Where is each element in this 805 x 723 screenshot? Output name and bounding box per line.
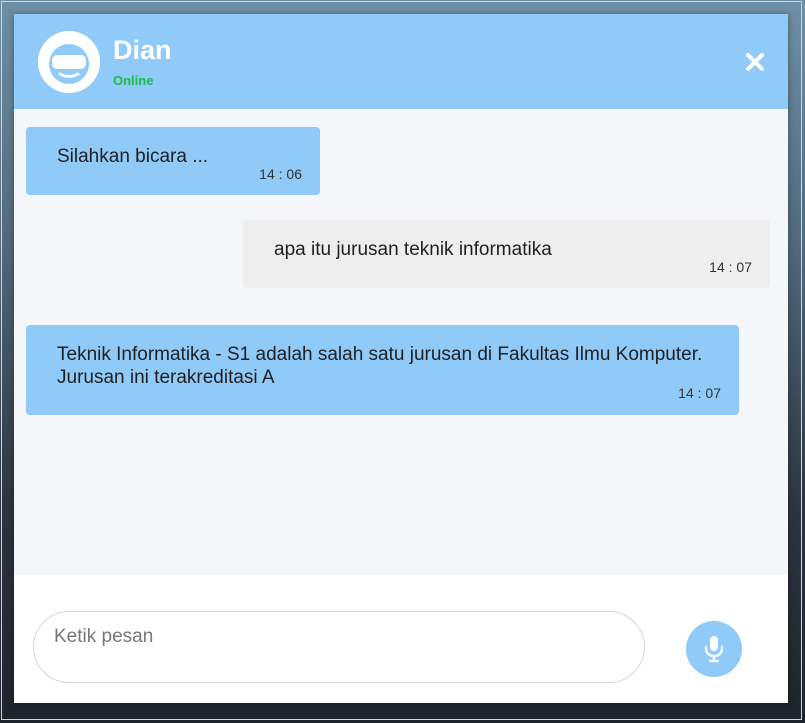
message-bubble-bot: Teknik Informatika - S1 adalah salah sat…: [26, 325, 739, 415]
message-time: 14 : 07: [709, 259, 752, 275]
contact-name: Dian: [113, 35, 172, 65]
chat-header: Dian Online: [14, 14, 788, 109]
message-bubble-user: apa itu jurusan teknik informatika 14 : …: [243, 220, 770, 288]
vr-headset-avatar-icon: [38, 31, 100, 93]
message-time: 14 : 06: [259, 166, 302, 182]
close-icon: [746, 53, 764, 71]
close-button[interactable]: [738, 47, 772, 77]
microphone-icon: [704, 636, 724, 663]
message-bubble-bot: Silahkan bicara ... 14 : 06: [26, 127, 320, 195]
contact-avatar: [38, 31, 100, 93]
input-bar: [14, 575, 788, 703]
messages-area: Silahkan bicara ... 14 : 06 apa itu juru…: [14, 109, 788, 575]
mic-button[interactable]: [686, 621, 742, 677]
message-text: Silahkan bicara ...: [57, 146, 209, 167]
message-time: 14 : 07: [678, 385, 721, 401]
message-text: apa itu jurusan teknik informatika: [274, 239, 552, 260]
message-input[interactable]: [33, 611, 645, 683]
contact-status: Online: [113, 73, 154, 88]
chat-window: Dian Online Silahkan bicara ... 14 : 06 …: [14, 14, 788, 703]
message-text: Teknik Informatika - S1 adalah salah sat…: [57, 344, 703, 388]
